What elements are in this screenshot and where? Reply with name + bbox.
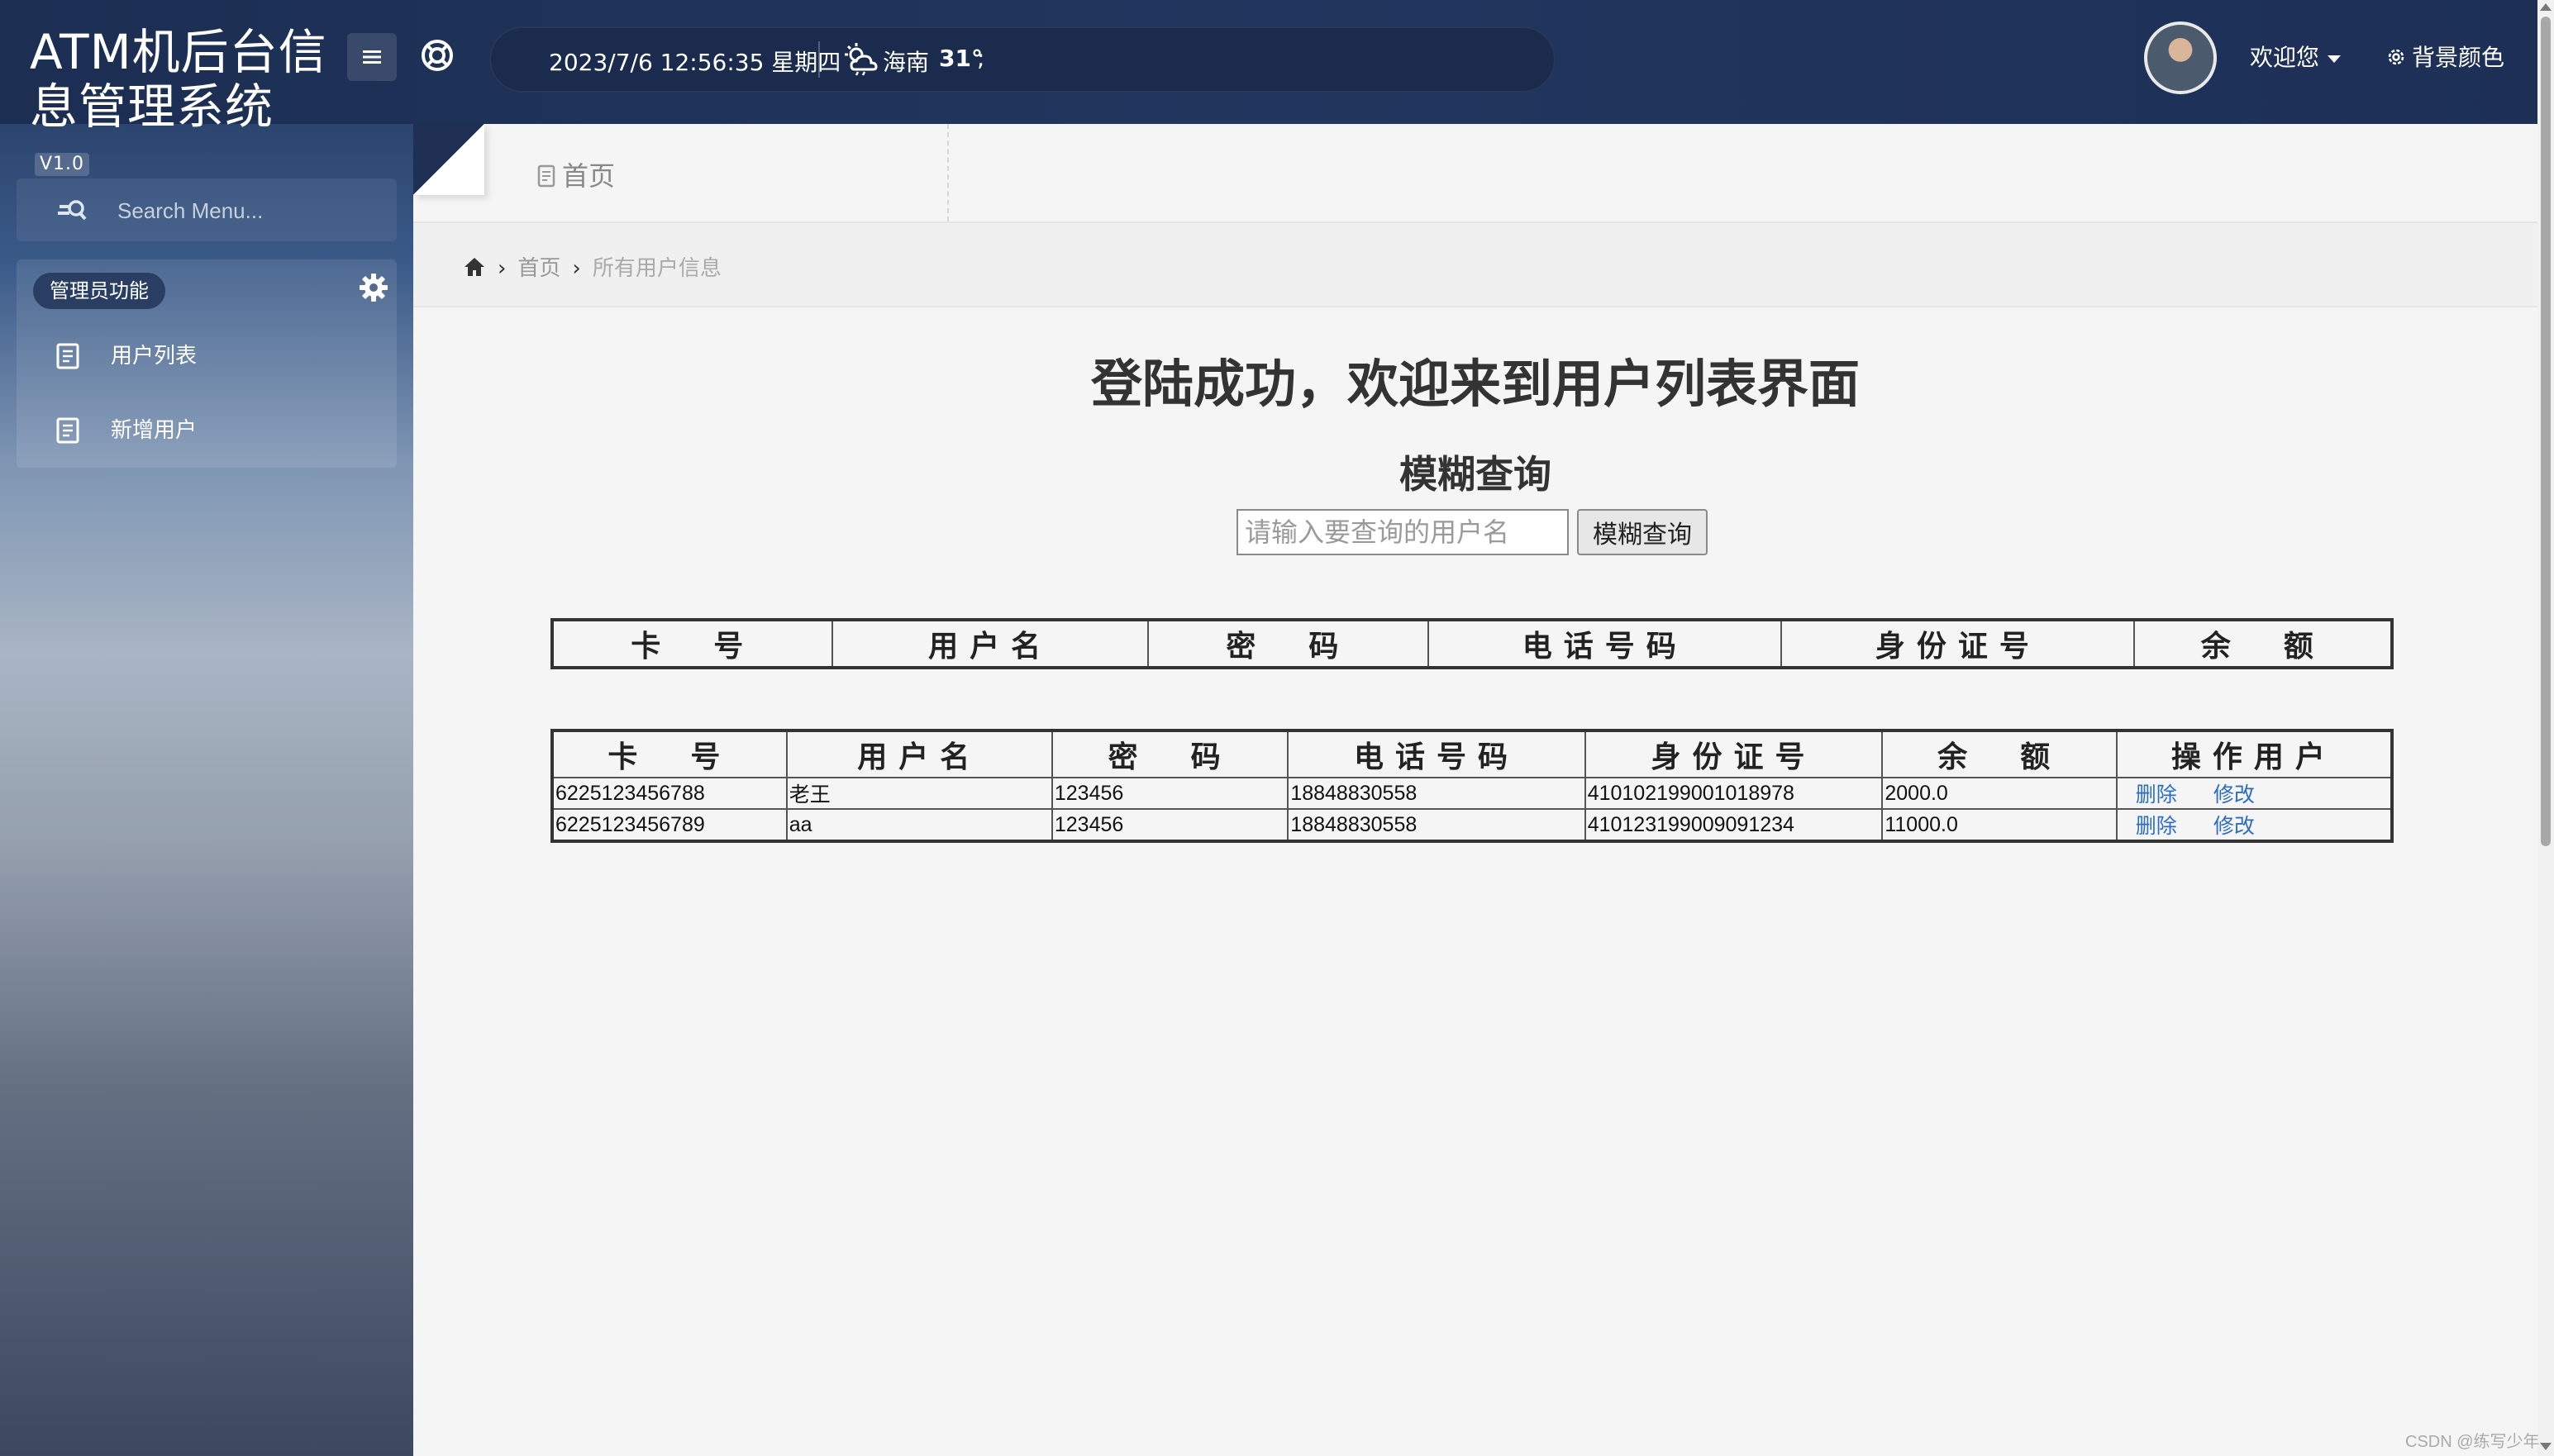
tab-home[interactable]: 首页 — [496, 124, 949, 221]
caret-down-icon — [2328, 55, 2342, 63]
cell-id-number: 410123199009091234 — [1584, 808, 1884, 842]
chevron-right-icon: › — [572, 256, 581, 281]
hamburger-icon — [363, 50, 381, 64]
document-icon — [56, 417, 79, 444]
col-password: 密 码 — [1051, 730, 1289, 778]
cell-phone: 18848830558 — [1287, 777, 1586, 810]
sidebar-item-label: 用户列表 — [111, 344, 198, 369]
col-card: 卡 号 — [551, 730, 788, 778]
app-brand[interactable]: ATM机后台信息管理系统 V1.0 — [30, 25, 327, 188]
datetime-text: 2023/7/6 12:56:35 星期四 — [549, 49, 841, 76]
edit-link[interactable]: 修改 — [2213, 815, 2255, 838]
username-search-input[interactable] — [1236, 509, 1569, 555]
col-username: 用户名 — [831, 619, 1149, 669]
search-icon — [58, 200, 87, 221]
bg-color-button[interactable]: 背景颜色 — [2385, 40, 2504, 73]
col-phone: 电话号码 — [1287, 730, 1586, 778]
watermark: CSDN @练写少年 — [2405, 1433, 2540, 1451]
col-actions: 操作用户 — [2115, 730, 2394, 778]
table-row: 6225123456789 aa 123456 18848830558 4101… — [551, 808, 2394, 842]
delete-link[interactable]: 删除 — [2136, 783, 2177, 807]
breadcrumb-current: 所有用户信息 — [592, 256, 722, 281]
welcome-label: 欢迎您 — [2250, 44, 2320, 71]
avatar[interactable] — [2144, 21, 2217, 94]
cell-card: 6225123456789 — [551, 808, 788, 842]
edit-link[interactable]: 修改 — [2213, 783, 2255, 807]
page-title: 登陆成功，欢迎来到用户列表界面 — [1090, 354, 1860, 414]
cell-id-number: 410102199001018978 — [1584, 777, 1884, 810]
col-balance: 余 额 — [1881, 730, 2118, 778]
table-row: 6225123456788 老王 123456 18848830558 4101… — [551, 777, 2394, 810]
cell-card: 6225123456788 — [551, 777, 788, 810]
lifebuoy-icon[interactable] — [420, 38, 455, 73]
cell-password: 123456 — [1051, 808, 1289, 842]
menu-group-admin: 管理员功能 用户列表 新增用户 — [17, 259, 397, 468]
cell-phone: 18848830558 — [1287, 808, 1586, 842]
fuzzy-search-button[interactable]: 模糊查询 — [1577, 509, 1708, 555]
table-header-row: 卡 号 用户名 密 码 电话号码 身份证号 余 额 操作用户 — [551, 730, 2394, 778]
breadcrumb-home[interactable]: 首页 — [517, 256, 560, 281]
col-password: 密 码 — [1146, 619, 1430, 669]
document-icon — [537, 164, 555, 188]
weather-city: 海南 — [883, 49, 930, 76]
menu-toggle-button[interactable] — [347, 33, 397, 81]
home-icon[interactable] — [463, 255, 486, 278]
cell-balance: 2000.0 — [1881, 777, 2118, 810]
col-username: 用户名 — [785, 730, 1053, 778]
corner-fold-shade — [413, 124, 484, 195]
sidebar-search — [17, 178, 397, 241]
sidebar-item-add-user[interactable]: 新增用户 — [56, 413, 197, 444]
scroll-up-arrow-icon[interactable] — [2540, 3, 2552, 11]
cell-username: 老王 — [785, 777, 1053, 810]
col-id-number: 身份证号 — [1584, 730, 1884, 778]
delete-link[interactable]: 删除 — [2136, 815, 2177, 838]
version-badge: V1.0 — [35, 152, 90, 176]
cell-balance: 11000.0 — [1881, 808, 2118, 842]
query-title: 模糊查询 — [1399, 452, 1551, 497]
chevron-right-icon: › — [498, 256, 507, 281]
cell-actions: 删除 修改 — [2115, 777, 2394, 810]
table-header-row: 卡 号 用户名 密 码 电话号码 身份证号 余 额 — [550, 619, 2393, 669]
header-only-table: 卡 号 用户名 密 码 电话号码 身份证号 余 额 — [550, 618, 2394, 669]
search-menu-input[interactable] — [116, 193, 384, 228]
app-title: ATM机后台信息管理系统 — [30, 24, 327, 135]
sidebar-item-user-list[interactable]: 用户列表 — [56, 339, 197, 369]
tab-label: 首页 — [562, 160, 616, 192]
breadcrumb-bar: › 首页 › 所有用户信息 — [413, 223, 2537, 307]
users-table: 卡 号 用户名 密 码 电话号码 身份证号 余 额 操作用户 622512345… — [550, 729, 2394, 843]
col-balance: 余 额 — [2133, 619, 2393, 669]
scrollbar-thumb[interactable] — [2541, 17, 2551, 846]
menu-group-label[interactable]: 管理员功能 — [33, 273, 165, 309]
cell-actions: 删除 修改 — [2115, 808, 2394, 842]
bg-color-label: 背景颜色 — [2412, 44, 2505, 71]
col-id-number: 身份证号 — [1780, 619, 2136, 669]
info-bar: 2023/7/6 12:56:35 星期四 海南 31° ; — [489, 26, 1556, 93]
scroll-down-arrow-icon[interactable] — [2540, 1443, 2552, 1450]
col-phone: 电话号码 — [1427, 619, 1783, 669]
weather-suffix: ; — [977, 45, 985, 72]
sidebar-item-label: 新增用户 — [111, 418, 198, 443]
gear-icon[interactable] — [357, 271, 390, 304]
welcome-dropdown[interactable]: 欢迎您 — [2250, 40, 2342, 73]
divider — [818, 41, 820, 78]
breadcrumb: › 首页 › 所有用户信息 — [463, 251, 722, 282]
cell-password: 123456 — [1051, 777, 1289, 810]
gear-icon — [2388, 49, 2404, 65]
cell-username: aa — [785, 808, 1053, 842]
document-icon — [56, 343, 79, 369]
col-card: 卡 号 — [550, 619, 834, 669]
cloud-sun-icon — [845, 43, 878, 76]
